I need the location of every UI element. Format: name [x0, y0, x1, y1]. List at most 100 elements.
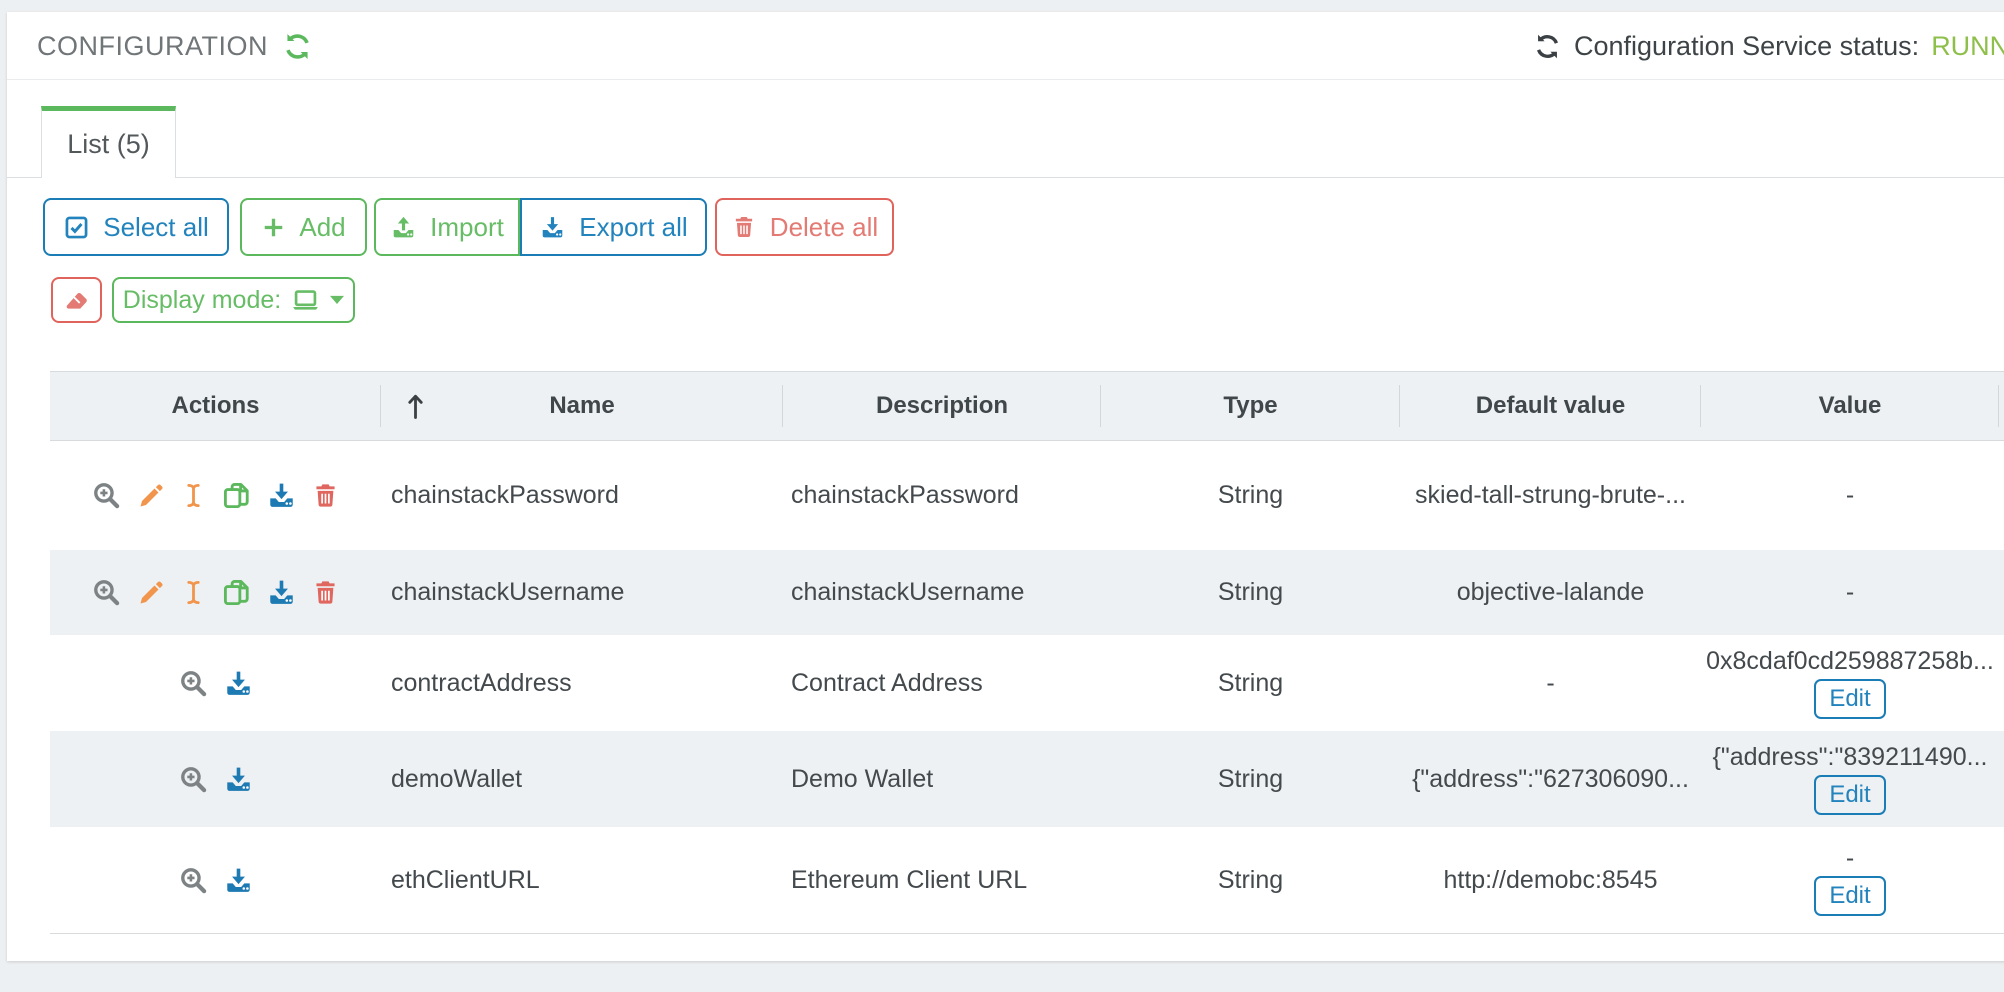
- table-row: chainstackUsernamechainstackUsernameStri…: [50, 550, 2004, 635]
- value-text: -: [1846, 844, 1854, 873]
- delete-all-button[interactable]: Delete all: [715, 198, 894, 256]
- page-title: CONFIGURATION: [37, 31, 268, 62]
- column-header-actions: Actions: [50, 372, 381, 440]
- cell-description: chainstackUsername: [783, 550, 1101, 635]
- download-icon[interactable]: [223, 764, 254, 795]
- table-row: ethClientURLEthereum Client URLStringhtt…: [50, 827, 2004, 933]
- edit-icon[interactable]: [136, 578, 166, 608]
- cell-value: - Edit: [1701, 827, 1999, 933]
- value-text: -: [1846, 481, 1854, 510]
- cell-type: String: [1101, 441, 1400, 550]
- value-text: 0x8cdaf0cd259887258b...: [1706, 647, 1994, 676]
- row-actions: [50, 827, 381, 933]
- tabbar-divider: [7, 177, 2004, 178]
- text-cursor-icon[interactable]: [180, 577, 207, 608]
- column-header-default-value[interactable]: Default value: [1400, 372, 1701, 440]
- add-button[interactable]: Add: [240, 198, 367, 256]
- column-header-type[interactable]: Type: [1101, 372, 1400, 440]
- status-value: RUNNING: [1931, 31, 2004, 62]
- column-header-value[interactable]: Value: [1701, 372, 1999, 440]
- tab-list-label: List (5): [67, 129, 150, 160]
- copy-icon[interactable]: [221, 577, 252, 608]
- display-mode-label: Display mode:: [123, 286, 281, 315]
- display-mode-button[interactable]: Display mode:: [112, 277, 355, 323]
- cell-value: -: [1701, 550, 1999, 635]
- cell-name: contractAddress: [381, 635, 783, 731]
- column-label: Type: [1223, 392, 1277, 420]
- download-icon[interactable]: [266, 480, 297, 511]
- zoom-in-icon[interactable]: [178, 668, 209, 699]
- download-icon[interactable]: [223, 865, 254, 896]
- column-header-name[interactable]: Name: [381, 372, 783, 440]
- cell-extra: [1999, 441, 2004, 550]
- cell-value: 0x8cdaf0cd259887258b... Edit: [1701, 635, 1999, 731]
- service-status: Configuration Service status: RUNNING: [1533, 12, 2004, 80]
- delete-icon[interactable]: [311, 480, 340, 511]
- cell-extra: [1999, 635, 2004, 731]
- cell-value: {"address":"839211490... Edit: [1701, 731, 1999, 827]
- zoom-in-icon[interactable]: [178, 865, 209, 896]
- cell-value: -: [1701, 441, 1999, 550]
- delete-all-label: Delete all: [770, 212, 878, 243]
- import-button[interactable]: Import: [374, 198, 520, 256]
- configuration-panel: CONFIGURATION Configuration Service stat…: [7, 12, 2004, 961]
- cell-type: String: [1101, 731, 1400, 827]
- download-icon[interactable]: [223, 668, 254, 699]
- laptop-icon: [291, 286, 320, 315]
- edit-value-button[interactable]: Edit: [1814, 679, 1885, 719]
- refresh-icon[interactable]: [282, 31, 313, 62]
- download-icon[interactable]: [266, 577, 297, 608]
- export-all-button[interactable]: Export all: [520, 198, 707, 256]
- cell-description: Demo Wallet: [783, 731, 1101, 827]
- zoom-in-icon[interactable]: [91, 480, 122, 511]
- cell-name: chainstackUsername: [381, 550, 783, 635]
- column-header-description[interactable]: Description: [783, 372, 1101, 440]
- cell-type: String: [1101, 550, 1400, 635]
- table-row: chainstackPasswordchainstackPasswordStri…: [50, 441, 2004, 550]
- column-label: Description: [876, 392, 1008, 420]
- zoom-in-icon[interactable]: [178, 764, 209, 795]
- config-table-body: chainstackPasswordchainstackPasswordStri…: [50, 441, 2004, 934]
- cell-name: chainstackPassword: [381, 441, 783, 550]
- column-header-extra: [1999, 372, 2004, 440]
- upload-icon: [390, 214, 417, 241]
- value-text: {"address":"839211490...: [1713, 743, 1988, 772]
- column-label: Name: [549, 392, 614, 420]
- copy-icon[interactable]: [221, 480, 252, 511]
- cell-default-value: {"address":"627306090...: [1400, 731, 1701, 827]
- zoom-in-icon[interactable]: [91, 577, 122, 608]
- delete-icon[interactable]: [311, 577, 340, 608]
- cell-name: ethClientURL: [381, 827, 783, 933]
- value-text: -: [1846, 578, 1854, 607]
- column-label: Actions: [171, 392, 259, 420]
- cell-default-value: -: [1400, 635, 1701, 731]
- cell-default-value: skied-tall-strung-brute-...: [1400, 441, 1701, 550]
- plus-icon: [261, 215, 286, 240]
- tab-list[interactable]: List (5): [41, 106, 176, 178]
- text-cursor-icon[interactable]: [180, 480, 207, 511]
- clear-filters-button[interactable]: [51, 277, 102, 323]
- panel-header: CONFIGURATION Configuration Service stat…: [7, 12, 2004, 80]
- table-row: contractAddressContract AddressString-0x…: [50, 635, 2004, 731]
- cell-type: String: [1101, 827, 1400, 933]
- cell-extra: [1999, 731, 2004, 827]
- cell-description: Contract Address: [783, 635, 1101, 731]
- select-all-label: Select all: [103, 212, 209, 243]
- cell-description: Ethereum Client URL: [783, 827, 1101, 933]
- cell-default-value: objective-lalande: [1400, 550, 1701, 635]
- edit-value-button[interactable]: Edit: [1814, 876, 1885, 916]
- column-label: Value: [1819, 392, 1882, 420]
- export-all-label: Export all: [579, 212, 687, 243]
- cell-extra: [1999, 827, 2004, 933]
- add-label: Add: [299, 212, 345, 243]
- table-row: demoWalletDemo WalletString{"address":"6…: [50, 731, 2004, 827]
- select-all-button[interactable]: Select all: [43, 198, 229, 256]
- trash-icon: [731, 214, 757, 240]
- status-refresh-icon[interactable]: [1533, 32, 1562, 61]
- sort-up-icon[interactable]: [403, 391, 428, 421]
- edit-icon[interactable]: [136, 481, 166, 511]
- row-actions: [50, 635, 381, 731]
- edit-value-button[interactable]: Edit: [1814, 775, 1885, 815]
- cell-description: chainstackPassword: [783, 441, 1101, 550]
- download-icon: [539, 214, 566, 241]
